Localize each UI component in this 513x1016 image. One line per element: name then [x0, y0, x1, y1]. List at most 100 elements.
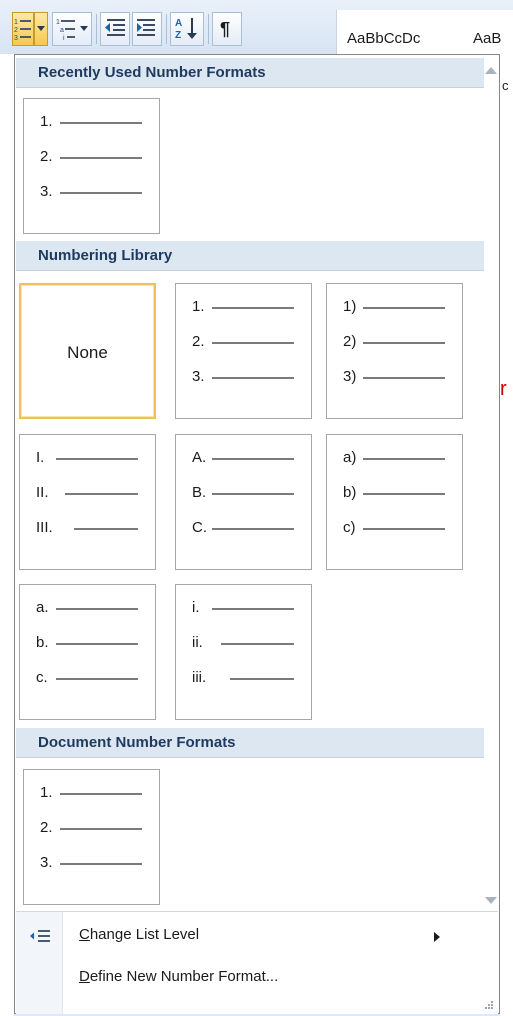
list-marker-label: i.	[192, 599, 200, 616]
svg-text:1: 1	[14, 19, 18, 26]
decrease-indent-button[interactable]	[100, 12, 130, 46]
text-placeholder-line	[212, 493, 294, 495]
numbering-format-tile[interactable]: I. II. III.	[19, 434, 156, 570]
toolbar-separator	[208, 14, 209, 44]
document-area-left	[0, 54, 14, 1016]
text-placeholder-line	[212, 342, 294, 344]
gallery-scrollbar[interactable]	[485, 55, 499, 915]
numbering-format-tile[interactable]: i. ii. iii.	[175, 584, 312, 720]
text-placeholder-line	[363, 307, 445, 309]
text-placeholder-line	[60, 863, 142, 865]
list-marker-label: III.	[36, 519, 53, 536]
text-placeholder-line	[60, 122, 142, 124]
numbering-format-tile[interactable]: A. B. C.	[175, 434, 312, 570]
numbering-button[interactable]: 1 2 3	[12, 12, 34, 46]
text-placeholder-line	[363, 342, 445, 344]
ribbon: 1 2 3 1 a i A Z ¶ AaBbCcDc AaB	[0, 0, 513, 54]
menu-commands: Change List Level Define New Number Form…	[16, 911, 498, 1014]
define-new-number-format-command[interactable]: Define New Number Format...	[79, 968, 278, 985]
scroll-down-arrow-icon[interactable]	[485, 897, 497, 904]
numbering-format-tile[interactable]: 1. 2. 3.	[23, 769, 160, 905]
list-marker-label: c)	[343, 519, 356, 536]
text-placeholder-line	[65, 493, 138, 495]
accelerator-key: C	[79, 926, 90, 943]
numbering-format-none[interactable]: None	[19, 283, 156, 419]
text-placeholder-line	[363, 458, 445, 460]
text-placeholder-line	[221, 643, 294, 645]
numbering-format-tile[interactable]: 1) 2) 3)	[326, 283, 463, 419]
numbering-icon: 1 2 3	[14, 19, 31, 42]
list-marker-label: a.	[36, 599, 49, 616]
numbering-format-tile[interactable]: 1. 2. 3.	[23, 98, 160, 234]
text-placeholder-line	[60, 192, 142, 194]
list-marker-label: 1)	[343, 298, 357, 315]
list-marker-label: II.	[36, 484, 49, 501]
svg-text:3: 3	[14, 35, 18, 42]
text-placeholder-line	[56, 678, 138, 680]
list-marker-label: C.	[192, 519, 207, 536]
text-placeholder-line	[212, 528, 294, 530]
list-marker-label: 1.	[40, 113, 53, 130]
multilevel-list-button[interactable]: 1 a i	[52, 12, 92, 46]
svg-text:1: 1	[56, 19, 60, 26]
command-label: efine New Number Format...	[89, 968, 279, 985]
change-list-level-icon	[30, 930, 50, 942]
text-placeholder-line	[60, 793, 142, 795]
pilcrow-icon: ¶	[220, 19, 230, 39]
list-marker-label: ii.	[192, 634, 203, 651]
list-marker-label: B.	[192, 484, 207, 501]
svg-text:A: A	[175, 18, 182, 29]
text-placeholder-line	[212, 377, 294, 379]
svg-text:a: a	[60, 27, 64, 34]
numbering-format-tile[interactable]: 1. 2. 3.	[175, 283, 312, 419]
resize-grip-icon[interactable]	[484, 1000, 494, 1010]
toolbar-separator	[96, 14, 97, 44]
show-hide-button[interactable]: ¶	[212, 12, 242, 46]
list-marker-label: 2.	[40, 819, 53, 836]
list-marker-label: 1.	[40, 784, 53, 801]
text-placeholder-line	[212, 307, 294, 309]
list-marker-label: 3)	[343, 368, 357, 385]
increase-indent-button[interactable]	[132, 12, 162, 46]
section-header-document: Document Number Formats	[16, 728, 484, 758]
list-marker-label: 3.	[40, 854, 53, 871]
list-marker-label: 2.	[192, 333, 205, 350]
numbering-format-tile[interactable]: a) b) c)	[326, 434, 463, 570]
style-preview-normal[interactable]: AaBbCcDc	[347, 30, 420, 47]
styles-gallery[interactable]: AaBbCcDc AaB	[336, 10, 513, 54]
numbering-dropdown-button[interactable]	[34, 12, 48, 46]
multilevel-list-icon: 1 a i	[56, 19, 88, 42]
chevron-down-icon	[37, 26, 45, 31]
numbering-format-tile[interactable]: a. b. c.	[19, 584, 156, 720]
section-header-library: Numbering Library	[16, 241, 484, 271]
list-marker-label: b)	[343, 484, 357, 501]
increase-indent-icon	[137, 19, 155, 36]
svg-text:i: i	[63, 35, 65, 42]
text-placeholder-line	[363, 377, 445, 379]
sort-button[interactable]: A Z	[170, 12, 204, 46]
document-text-fragment: c	[502, 78, 509, 93]
decrease-indent-icon	[105, 19, 125, 36]
accelerator-key: D	[79, 968, 90, 985]
list-marker-label: a)	[343, 449, 357, 466]
change-list-level-command[interactable]: Change List Level	[79, 926, 199, 943]
list-marker-label: 3.	[40, 183, 53, 200]
text-placeholder-line	[60, 157, 142, 159]
scroll-up-arrow-icon[interactable]	[485, 67, 497, 74]
list-marker-label: b.	[36, 634, 49, 651]
none-label: None	[67, 343, 108, 362]
svg-text:2: 2	[14, 27, 18, 34]
list-marker-label: c.	[36, 669, 48, 686]
text-placeholder-line	[74, 528, 138, 530]
text-placeholder-line	[363, 493, 445, 495]
text-placeholder-line	[56, 608, 138, 610]
list-marker-label: A.	[192, 449, 207, 466]
style-preview-next[interactable]: AaB	[473, 30, 501, 47]
numbering-dropdown-menu: Recently Used Number Formats 1. 2. 3. Numb…	[14, 54, 500, 1014]
section-header-recent: Recently Used Number Formats	[16, 58, 484, 88]
document-area-right	[500, 54, 513, 1016]
sort-az-icon: A Z	[175, 18, 197, 41]
submenu-arrow-icon	[434, 932, 440, 942]
document-text-fragment-red: r	[500, 378, 507, 400]
list-marker-label: 3.	[192, 368, 205, 385]
